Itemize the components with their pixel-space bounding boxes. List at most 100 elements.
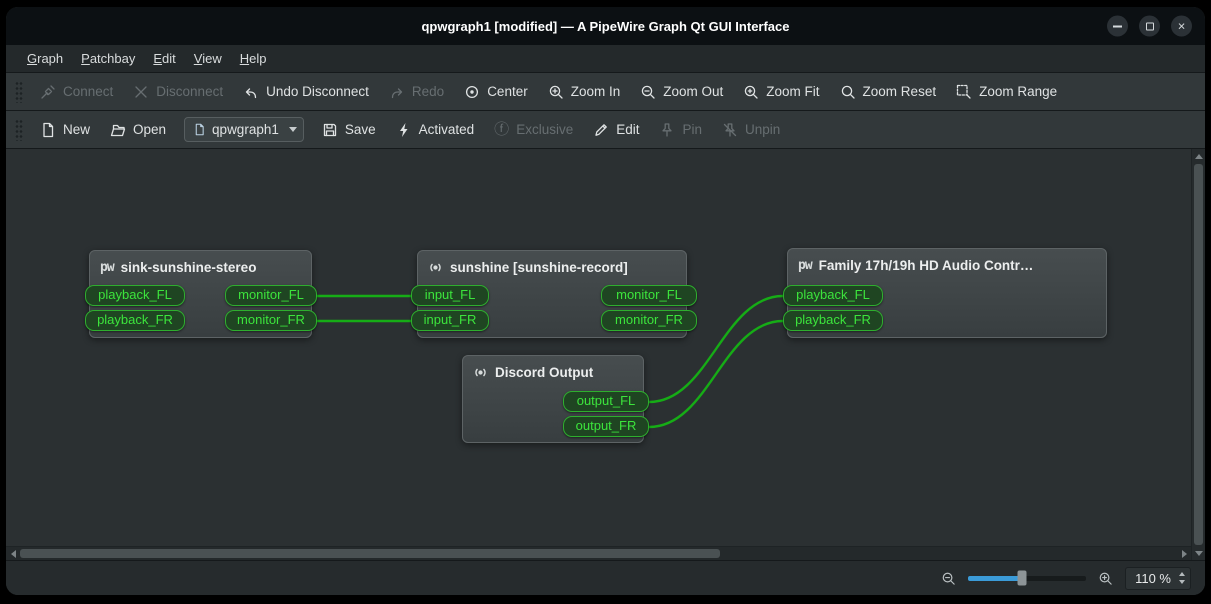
disconnect-button[interactable]: Disconnect	[123, 78, 233, 106]
node-title: Discord Output	[495, 365, 594, 380]
edit-button[interactable]: Edit	[583, 116, 649, 144]
sunshine-port-input-fl[interactable]: input_FL	[411, 285, 489, 306]
zoom-slider[interactable]	[968, 570, 1087, 586]
menu-graph[interactable]: Graph	[18, 45, 72, 72]
node-title: sunshine [sunshine-record]	[450, 260, 628, 275]
zoom-in-icon[interactable]	[1098, 571, 1113, 586]
zoom-fit-label: Zoom Fit	[766, 84, 820, 99]
new-file-icon	[43, 122, 54, 137]
zoom-slider-fill	[968, 575, 1023, 581]
close-button[interactable]: ×	[1171, 15, 1192, 37]
zoom-range-button[interactable]: Zoom Range	[946, 78, 1067, 106]
new-button[interactable]: New	[30, 116, 100, 144]
disconnect-label: Disconnect	[156, 84, 224, 99]
center-button[interactable]: Center	[454, 78, 538, 106]
toolbar-handle[interactable]	[15, 118, 23, 141]
session-combo-value: qpwgraph1	[212, 122, 279, 137]
zoom-fit-button[interactable]: Zoom Fit	[733, 78, 829, 106]
scroll-left-button[interactable]	[6, 547, 20, 561]
exclusive-button[interactable]: ⓕ Exclusive	[484, 116, 583, 143]
pin-button[interactable]: Pin	[649, 116, 712, 144]
spin-down-icon	[1179, 580, 1185, 584]
zoom-value: 110 %	[1135, 570, 1171, 586]
zoom-in-label: Zoom In	[570, 84, 621, 99]
zoom-out-button[interactable]: Zoom Out	[630, 78, 733, 106]
menu-view[interactable]: View	[185, 45, 231, 72]
unpin-label: Unpin	[745, 122, 781, 137]
discord-port-output-fr[interactable]: output_FR	[563, 416, 649, 437]
maximize-button[interactable]	[1139, 15, 1160, 37]
file-toolbar: New Open qpwgraph1 Save Activated ⓕ Excl…	[6, 111, 1205, 149]
scroll-right-button[interactable]	[1177, 547, 1191, 561]
close-icon: ×	[1177, 18, 1186, 34]
stream-icon	[475, 368, 486, 377]
sink-port-monitor-fl[interactable]: monitor_FL	[225, 285, 317, 306]
sunshine-port-input-fr[interactable]: input_FR	[411, 310, 489, 331]
undo-icon	[245, 87, 257, 98]
pin-icon	[662, 122, 673, 137]
spinbox-arrows[interactable]	[1179, 572, 1185, 584]
horizontal-scrollbar[interactable]	[6, 546, 1191, 560]
horizontal-scrollbar-track[interactable]	[720, 547, 1177, 560]
vertical-scrollbar[interactable]	[1191, 149, 1205, 560]
redo-icon	[391, 87, 403, 98]
zoom-reset-button[interactable]: Zoom Reset	[830, 78, 947, 106]
menu-edit[interactable]: Edit	[144, 45, 184, 72]
graph-canvas[interactable]: pw sink-sunshine-stereo sunshine [sunshi…	[6, 149, 1191, 546]
scroll-up-button[interactable]	[1192, 149, 1205, 163]
vertical-scrollbar-thumb[interactable]	[1194, 164, 1203, 545]
activated-button[interactable]: Activated	[386, 116, 485, 144]
pin-label: Pin	[682, 122, 702, 137]
session-combo[interactable]: qpwgraph1	[184, 117, 304, 142]
center-label: Center	[487, 84, 528, 99]
activated-bolt-icon	[399, 122, 408, 137]
zoom-slider-handle[interactable]	[1017, 570, 1027, 586]
save-button[interactable]: Save	[312, 116, 386, 144]
menu-help[interactable]: Help	[231, 45, 276, 72]
window-controls: ×	[1107, 15, 1192, 37]
connect-label: Connect	[63, 84, 114, 99]
arrow-down-icon	[1195, 550, 1203, 556]
horizontal-scrollbar-thumb[interactable]	[20, 549, 720, 558]
new-label: New	[63, 122, 91, 137]
canvas-wrap: pw sink-sunshine-stereo sunshine [sunshi…	[6, 149, 1205, 560]
family-port-playback-fr[interactable]: playback_FR	[783, 310, 883, 331]
toolbar-handle[interactable]	[15, 80, 23, 103]
arrow-up-icon	[1195, 153, 1203, 159]
zoom-out-icon[interactable]	[941, 571, 956, 586]
edit-label: Edit	[616, 122, 640, 137]
unpin-icon	[723, 122, 737, 137]
stream-icon	[430, 263, 441, 272]
scroll-down-button[interactable]	[1192, 546, 1205, 560]
zoom-reset-icon	[841, 85, 855, 99]
sink-port-monitor-fr[interactable]: monitor_FR	[225, 310, 317, 331]
zoom-spinbox[interactable]: 110 %	[1125, 566, 1191, 590]
zoom-in-button[interactable]: Zoom In	[538, 78, 631, 106]
statusbar: 110 %	[6, 560, 1205, 595]
exclusive-icon: ⓕ	[494, 121, 510, 138]
undo-disconnect-button[interactable]: Undo Disconnect	[233, 78, 379, 106]
chevron-down-icon	[288, 127, 297, 132]
zoom-in-icon	[549, 85, 563, 99]
connect-button[interactable]: Connect	[30, 78, 123, 106]
redo-button[interactable]: Redo	[379, 78, 454, 106]
open-button[interactable]: Open	[100, 116, 176, 144]
discord-port-output-fl[interactable]: output_FL	[563, 391, 649, 412]
connect-icon	[41, 84, 55, 99]
minimize-button[interactable]	[1107, 15, 1128, 37]
zoom-out-label: Zoom Out	[663, 84, 724, 99]
sunshine-port-monitor-fr[interactable]: monitor_FR	[601, 310, 697, 331]
redo-label: Redo	[411, 84, 445, 99]
exclusive-label: Exclusive	[516, 122, 574, 137]
family-port-playback-fl[interactable]: playback_FL	[783, 285, 883, 306]
menu-patchbay[interactable]: Patchbay	[72, 45, 144, 72]
titlebar[interactable]: qpwgraph1 [modified] — A PipeWire Graph …	[6, 7, 1205, 45]
sink-port-playback-fl[interactable]: playback_FL	[85, 285, 185, 306]
zoom-out-icon	[642, 85, 655, 99]
zoom-fit-icon	[745, 85, 758, 99]
zoom-range-label: Zoom Range	[979, 84, 1058, 99]
sink-port-playback-fr[interactable]: playback_FR	[85, 310, 185, 331]
unpin-button[interactable]: Unpin	[712, 116, 790, 144]
open-folder-icon	[110, 124, 126, 136]
sunshine-port-monitor-fl[interactable]: monitor_FL	[601, 285, 697, 306]
